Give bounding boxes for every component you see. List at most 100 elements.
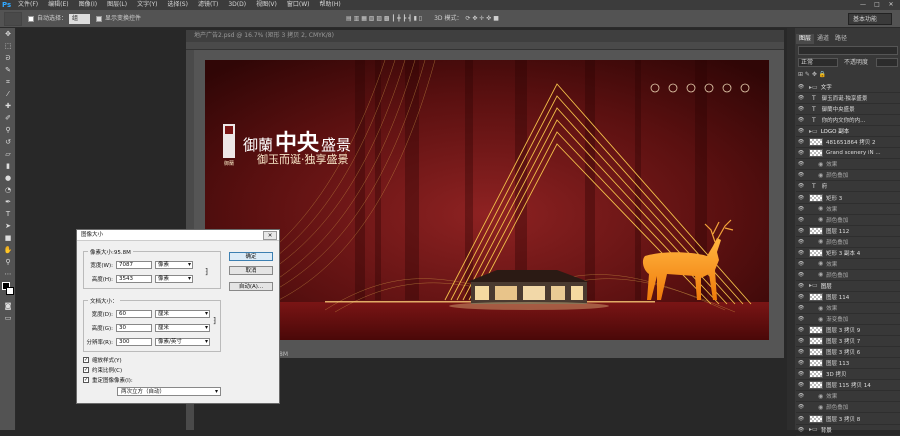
screen-mode-icon[interactable]: ▭ [0,312,16,324]
menu-item[interactable]: 图层(L) [107,0,127,10]
blur-tool-icon[interactable]: ● [0,172,16,184]
layer-row[interactable]: 👁 ◉ 颜色叠加 [796,270,900,281]
layer-row[interactable]: 👁 3D 拷贝 [796,369,900,381]
ok-button[interactable]: 确定 [229,252,273,261]
layer-row[interactable]: 👁 图层 3 拷贝 8 [796,414,900,425]
lock-icons[interactable]: ⊞ ✎ ✥ 🔒 [798,70,898,79]
layer-row[interactable]: 👁 T 御蘭中央盛景 [796,104,900,116]
gradient-tool-icon[interactable]: ▮ [0,160,16,172]
doc-width-unit-select[interactable]: 厘米 [155,309,210,318]
visibility-eye-icon[interactable]: 👁 [796,206,806,212]
visibility-eye-icon[interactable]: 👁 [796,382,806,388]
visibility-eye-icon[interactable]: 👁 [796,349,806,355]
layer-row[interactable]: 👁 ◉ 效果 [796,204,900,215]
type-tool-icon[interactable]: T [0,208,16,220]
menu-item[interactable]: 滤镜(T) [198,0,218,10]
pixel-width-unit-select[interactable]: 像素 [155,260,193,269]
menu-item[interactable]: 帮助(H) [320,0,341,10]
document-tab[interactable]: 地产广告2.psd @ 16.7% (矩形 3 拷贝 2, CMYK/8) [186,30,784,42]
minimize-button[interactable]: — [856,0,870,10]
layer-row[interactable]: 👁 ◉ 颜色叠加 [796,402,900,414]
visibility-eye-icon[interactable]: 👁 [796,139,806,145]
visibility-eye-icon[interactable]: 👁 [796,183,806,189]
resample-checkbox[interactable]: ✓ [83,377,89,383]
layer-row[interactable]: 👁 ◉ 颜色叠加 [796,237,900,248]
visibility-eye-icon[interactable]: 👁 [796,128,806,134]
visibility-eye-icon[interactable]: 👁 [796,404,806,410]
visibility-eye-icon[interactable]: 👁 [796,305,806,311]
menu-item[interactable]: 编辑(E) [48,0,68,10]
hand-tool-icon[interactable]: ✋ [0,244,16,256]
folder-icon[interactable]: ▸▭ [809,128,818,135]
visibility-eye-icon[interactable]: 👁 [796,250,806,256]
visibility-eye-icon[interactable]: 👁 [796,106,806,112]
align-icons[interactable]: ▤ ▥ ▦ ▧ ▨ ▩ ┃ ╋ ┣ ┫ ▮ ▯ [346,10,422,28]
folder-icon[interactable]: ▸▭ [809,84,818,91]
eraser-tool-icon[interactable]: ▱ [0,148,16,160]
constrain-checkbox[interactable]: ✓ [83,367,89,373]
menu-item[interactable]: 图像(I) [79,0,97,10]
visibility-eye-icon[interactable]: 👁 [796,371,806,377]
crop-tool-icon[interactable]: ⌗ [0,76,16,88]
scale-styles-option[interactable]: ✓ 缩放样式(Y) [83,356,122,364]
doc-height-input[interactable]: 30 [116,323,152,332]
resample-method-select[interactable]: 两次立方（自动） [117,387,221,396]
quick-select-tool-icon[interactable]: ✎ [0,64,16,76]
layer-row[interactable]: 👁 图层 3 拷贝 7 [796,336,900,348]
opacity-field[interactable] [876,58,898,67]
layer-row[interactable]: 👁 图层 3 拷贝 9 [796,325,900,337]
move-tool-icon[interactable]: ✥ [0,28,16,40]
layer-row[interactable]: 👁 矩形 3 副本 4 [796,248,900,259]
visibility-eye-icon[interactable]: 👁 [796,195,806,201]
lasso-tool-icon[interactable]: ᘐ [0,52,16,64]
rectangle-tool-icon[interactable]: ■ [0,232,16,244]
layer-row[interactable]: 👁 ▸▭ 图层 [796,281,900,292]
menu-item[interactable]: 选择(S) [167,0,188,10]
pixel-height-unit-select[interactable]: 像素 [155,274,193,283]
layer-row[interactable]: 👁 ◉ 颜色叠加 [796,170,900,182]
layer-row[interactable]: 👁 T 你的内文你的内... [796,115,900,127]
menu-item[interactable]: 文字(Y) [137,0,157,10]
constrain-option[interactable]: ✓ 约束比例(C) [83,366,122,374]
healing-brush-icon[interactable]: ✚ [0,100,16,112]
dialog-close-button[interactable]: ✕ [263,231,277,240]
visibility-eye-icon[interactable]: 👁 [796,172,806,178]
doc-width-input[interactable]: 60 [116,309,152,318]
scale-styles-checkbox[interactable]: ✓ [83,357,89,363]
menu-item[interactable]: 窗口(W) [287,0,310,10]
auto-select-checkbox[interactable] [28,15,34,22]
layer-row[interactable]: 👁 图层 115 拷贝 14 [796,380,900,392]
panel-collapse-strip[interactable] [787,28,795,430]
tab-channels[interactable]: 通道 [814,34,832,44]
visibility-eye-icon[interactable]: 👁 [796,161,806,167]
layer-row[interactable]: 👁 ◉ 颜色叠加 [796,215,900,226]
visibility-eye-icon[interactable]: 👁 [796,283,806,289]
visibility-eye-icon[interactable]: 👁 [796,217,806,223]
folder-icon[interactable]: ▸▭ [809,282,818,289]
background-color-swatch[interactable] [6,287,14,295]
layer-row[interactable]: 👁 图层 114 [796,292,900,303]
layer-row[interactable]: 👁 ▸▭ 背景 [796,425,900,436]
visibility-eye-icon[interactable]: 👁 [796,393,806,399]
tab-paths[interactable]: 路径 [832,34,850,44]
visibility-eye-icon[interactable]: 👁 [796,261,806,267]
layer-row[interactable]: 👁 ◉ 效果 [796,159,900,171]
menu-item[interactable]: 视图(V) [256,0,277,10]
layer-row[interactable]: 👁 ▸▭ LOGO 副本 [796,126,900,138]
menu-item[interactable]: 3D(D) [228,0,246,10]
auto-button[interactable]: 自动(A)... [229,282,273,291]
layer-row[interactable]: 👁 Grand scenery iN ... [796,148,900,160]
auto-select-dropdown[interactable]: 组 [69,13,91,24]
visibility-eye-icon[interactable]: 👁 [796,360,806,366]
extra-tools-icon[interactable]: ⋯ [0,268,16,280]
visibility-eye-icon[interactable]: 👁 [796,150,806,156]
visibility-eye-icon[interactable]: 👁 [796,416,806,422]
visibility-eye-icon[interactable]: 👁 [796,327,806,333]
close-window-button[interactable]: ✕ [884,0,898,10]
visibility-eye-icon[interactable]: 👁 [796,117,806,123]
color-swatches[interactable] [0,280,15,300]
resolution-unit-select[interactable]: 像素/英寸 [155,337,210,346]
pixel-height-input[interactable]: 3543 [116,274,152,283]
layer-row[interactable]: 👁 ▸▭ 文字 [796,82,900,93]
tab-layers[interactable]: 图层 [796,34,815,44]
